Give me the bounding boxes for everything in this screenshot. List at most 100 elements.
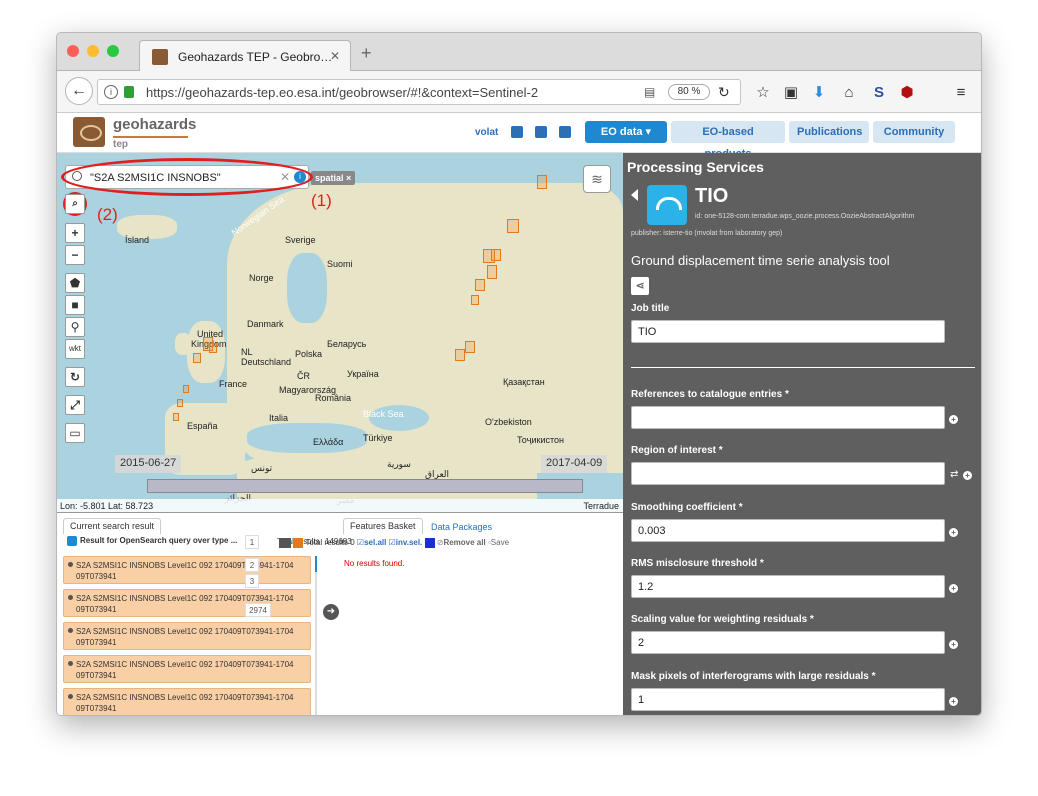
- list-item[interactable]: S2A S2MSI1C INSNOBS Level1C 092 170409T0…: [63, 556, 311, 584]
- rms-threshold-input[interactable]: [631, 575, 945, 598]
- back-button[interactable]: ←: [65, 77, 93, 105]
- list-item[interactable]: S2A S2MSI1C INSNOBS Level1C 092 170409T0…: [63, 622, 311, 650]
- footprint[interactable]: [471, 295, 479, 305]
- list-scrollbar[interactable]: [315, 556, 317, 715]
- draw-polygon-icon[interactable]: ⬟: [65, 273, 85, 293]
- home-icon[interactable]: ⌂: [839, 83, 859, 103]
- date-end[interactable]: 2017-04-09: [541, 455, 608, 473]
- list-item[interactable]: S2A S2MSI1C INSNOBS Level1C 092 170409T0…: [63, 589, 311, 617]
- maximize-window-button[interactable]: [107, 45, 119, 57]
- new-tab-icon[interactable]: +: [361, 43, 372, 64]
- footprint[interactable]: [465, 341, 475, 353]
- footprint[interactable]: [173, 413, 179, 421]
- zoom-in-button[interactable]: +: [65, 223, 85, 243]
- remove-all-link[interactable]: Remove all: [443, 538, 485, 547]
- eo-based-products-button[interactable]: EO-based products: [671, 121, 785, 160]
- geohazards-logo[interactable]: [73, 117, 105, 147]
- page-number[interactable]: 2974: [245, 603, 271, 617]
- user-link[interactable]: volat: [475, 127, 498, 138]
- add-icon[interactable]: +: [949, 697, 958, 706]
- footprint[interactable]: [209, 343, 217, 353]
- invert-selection-link[interactable]: inv.sel.: [396, 538, 423, 547]
- browser-tab[interactable]: Geohazards TEP - Geobro… ✕: [139, 40, 351, 71]
- reading-list-icon[interactable]: ▣: [781, 83, 801, 103]
- add-icon[interactable]: +: [949, 528, 958, 537]
- list-icon[interactable]: [279, 538, 291, 548]
- color-swatch-blue[interactable]: [424, 538, 435, 548]
- job-title-input[interactable]: [631, 320, 945, 343]
- footprint[interactable]: [193, 353, 201, 363]
- footprint[interactable]: [455, 349, 465, 361]
- scaling-value-input[interactable]: [631, 631, 945, 654]
- url-text[interactable]: https://geohazards-tep.eo.esa.int/geobro…: [146, 85, 538, 100]
- add-icon[interactable]: +: [949, 584, 958, 593]
- reload-icon[interactable]: ↻: [718, 84, 730, 101]
- community-button[interactable]: Community: [873, 121, 955, 143]
- mask-pixels-input[interactable]: [631, 688, 945, 711]
- select-all-link[interactable]: sel.all: [364, 538, 386, 547]
- footprint[interactable]: [487, 265, 497, 279]
- extension-s-icon[interactable]: S: [869, 83, 889, 103]
- menu-icon[interactable]: ≡: [951, 83, 971, 103]
- close-tab-icon[interactable]: ✕: [330, 49, 340, 63]
- fullscreen-icon[interactable]: ⤢: [65, 395, 85, 415]
- item-line1: S2A S2MSI1C INSNOBS Level1C 092 170409T0…: [76, 693, 294, 702]
- tab-data-packages[interactable]: Data Packages: [425, 520, 499, 536]
- back-arrow-icon[interactable]: [631, 189, 638, 201]
- close-window-button[interactable]: [67, 45, 79, 57]
- footprint[interactable]: [507, 219, 519, 233]
- page-number[interactable]: 1: [245, 535, 259, 549]
- catalogue-references-input[interactable]: [631, 406, 945, 429]
- draw-rectangle-icon[interactable]: ■: [65, 295, 85, 315]
- logout-icon[interactable]: [559, 126, 571, 138]
- smoothing-coefficient-input[interactable]: [631, 519, 945, 542]
- refresh-icon[interactable]: ↻: [65, 367, 85, 387]
- bookmark-star-icon[interactable]: ☆: [753, 83, 773, 103]
- book-icon[interactable]: [535, 126, 547, 138]
- footprint[interactable]: [177, 399, 183, 407]
- add-icon[interactable]: +: [949, 640, 958, 649]
- minimize-window-button[interactable]: [87, 45, 99, 57]
- time-slider[interactable]: [147, 479, 583, 493]
- layers-icon[interactable]: ≋: [583, 165, 611, 193]
- save-link[interactable]: Save: [491, 538, 509, 547]
- search-map-button[interactable]: ⌕: [65, 194, 85, 214]
- ublock-icon[interactable]: ⬢: [897, 83, 917, 103]
- tab-current-search[interactable]: Current search result: [63, 518, 162, 534]
- download-icon[interactable]: ⬇: [809, 83, 829, 103]
- ruler-icon[interactable]: ▭: [65, 423, 85, 443]
- page-number[interactable]: 2: [245, 558, 259, 572]
- add-icon[interactable]: +: [963, 471, 972, 480]
- reader-view-icon[interactable]: ▤: [644, 85, 655, 99]
- date-start[interactable]: 2015-06-27: [115, 455, 182, 473]
- map-view[interactable]: Ísland Sverige Suomi Norge Norwegian Sea…: [57, 153, 623, 513]
- app-publisher: publisher: isterre-tio (mvolat from labo…: [631, 230, 783, 237]
- list-item[interactable]: S2A S2MSI1C INSNOBS Level1C 092 170409T0…: [63, 688, 311, 715]
- swap-icon[interactable]: ⇄: [950, 469, 958, 480]
- info-icon[interactable]: i: [104, 85, 118, 99]
- draw-point-icon[interactable]: ⚲: [65, 317, 85, 337]
- share-icon[interactable]: ⋖: [631, 277, 649, 295]
- footprint[interactable]: [183, 385, 189, 393]
- footprint[interactable]: [491, 249, 501, 261]
- footprint[interactable]: [475, 279, 485, 291]
- mail-icon[interactable]: [511, 126, 523, 138]
- page-number[interactable]: 3: [245, 574, 259, 588]
- scroll-thumb[interactable]: [315, 556, 317, 572]
- eo-data-button[interactable]: EO data ▾: [585, 121, 667, 143]
- map-label: Italia: [269, 413, 289, 423]
- wkt-button[interactable]: wkt: [65, 339, 85, 359]
- spatial-filter-tag[interactable]: spatial ×: [311, 171, 356, 185]
- zoom-out-button[interactable]: −: [65, 245, 85, 265]
- arrow-right-icon[interactable]: ➜: [323, 604, 339, 620]
- region-of-interest-input[interactable]: [631, 462, 945, 485]
- tab-features-basket[interactable]: Features Basket: [343, 518, 423, 534]
- share-icon[interactable]: [67, 536, 77, 546]
- publications-button[interactable]: Publications: [789, 121, 869, 143]
- footprint[interactable]: [537, 175, 547, 189]
- add-icon[interactable]: +: [949, 415, 958, 424]
- color-swatch-orange[interactable]: [293, 538, 304, 548]
- address-bar[interactable]: i https://geohazards-tep.eo.esa.int/geob…: [97, 79, 741, 105]
- list-item[interactable]: S2A S2MSI1C INSNOBS Level1C 092 170409T0…: [63, 655, 311, 683]
- zoom-level[interactable]: 80 %: [668, 84, 710, 100]
